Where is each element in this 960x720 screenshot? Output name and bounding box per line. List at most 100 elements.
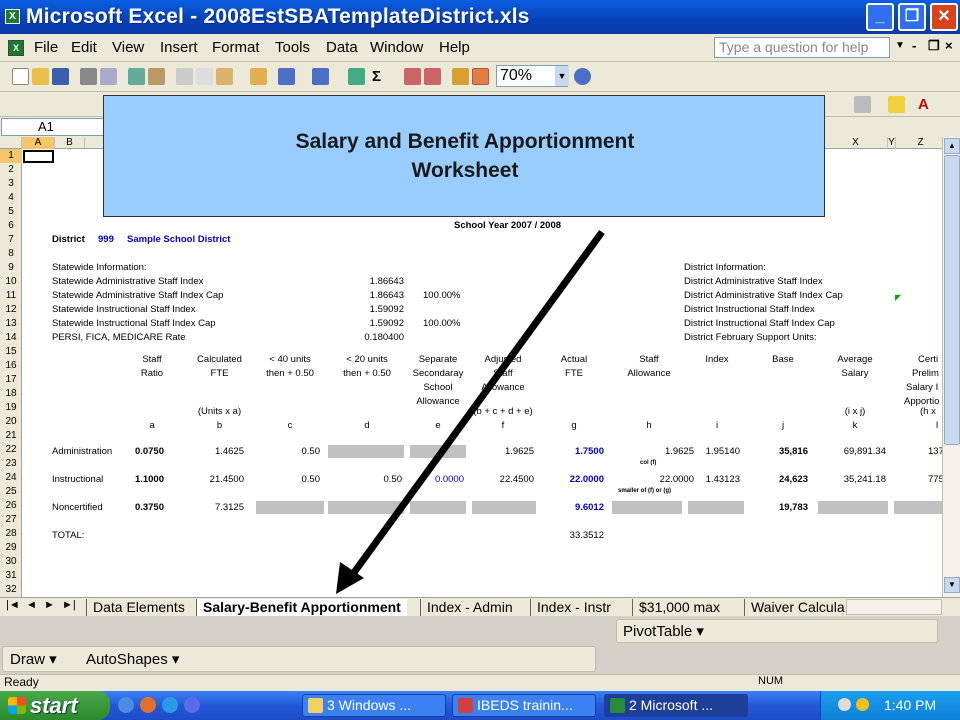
- sort-descending-icon[interactable]: [424, 68, 441, 85]
- row-header-24[interactable]: 24: [0, 471, 22, 485]
- column-header-z[interactable]: Z: [896, 137, 946, 149]
- new-icon[interactable]: [12, 68, 29, 85]
- tab-data-elements[interactable]: Data Elements: [86, 599, 191, 616]
- borders-icon[interactable]: [854, 96, 871, 113]
- row-header-31[interactable]: 31: [0, 569, 22, 583]
- row-header-13[interactable]: 13: [0, 317, 22, 331]
- scroll-thumb[interactable]: [944, 155, 960, 445]
- row-header-21[interactable]: 21: [0, 429, 22, 443]
- first-sheet-icon[interactable]: |◄: [6, 599, 20, 611]
- autosum-icon[interactable]: Σ: [372, 68, 389, 85]
- row-header-8[interactable]: 8: [0, 247, 22, 261]
- row-header-29[interactable]: 29: [0, 541, 22, 555]
- undo-icon[interactable]: [278, 68, 295, 85]
- open-icon[interactable]: [32, 68, 49, 85]
- menu-window[interactable]: Window: [370, 39, 423, 56]
- row-header-23[interactable]: 23: [0, 457, 22, 471]
- row-header-3[interactable]: 3: [0, 177, 22, 191]
- fill-color-icon[interactable]: [888, 96, 905, 113]
- menu-view[interactable]: View: [112, 39, 144, 56]
- row-header-5[interactable]: 5: [0, 205, 22, 219]
- menu-data[interactable]: Data: [326, 39, 358, 56]
- column-header-b[interactable]: B: [55, 137, 85, 149]
- last-sheet-icon[interactable]: ►|: [62, 599, 76, 611]
- row-header-11[interactable]: 11: [0, 289, 22, 303]
- row-header-27[interactable]: 27: [0, 513, 22, 527]
- document-icon[interactable]: X: [8, 40, 24, 56]
- row-header-16[interactable]: 16: [0, 359, 22, 373]
- menu-tools[interactable]: Tools: [275, 39, 310, 56]
- help-question-input[interactable]: Type a question for help: [714, 37, 890, 58]
- format-painter-icon[interactable]: [250, 68, 267, 85]
- taskbar-excel-group[interactable]: 2 Microsoft ...: [604, 694, 748, 717]
- row-header-12[interactable]: 12: [0, 303, 22, 317]
- paste-icon[interactable]: [216, 68, 233, 85]
- name-box[interactable]: A1: [1, 118, 105, 136]
- doc-restore-button[interactable]: ❐: [928, 38, 940, 54]
- sort-ascending-icon[interactable]: [404, 68, 421, 85]
- row-header-4[interactable]: 4: [0, 191, 22, 205]
- row-header-2[interactable]: 2: [0, 163, 22, 177]
- row-header-22[interactable]: 22: [0, 443, 22, 457]
- draw-menu[interactable]: Draw ▾: [10, 650, 57, 668]
- horizontal-scrollbar[interactable]: [846, 599, 942, 615]
- research-icon[interactable]: [148, 68, 165, 85]
- row-header-15[interactable]: 15: [0, 345, 22, 359]
- print-icon[interactable]: [80, 68, 97, 85]
- row-header-6[interactable]: 6: [0, 219, 22, 233]
- chart-wizard-icon[interactable]: [452, 68, 469, 85]
- menu-insert[interactable]: Insert: [160, 39, 198, 56]
- row-header-18[interactable]: 18: [0, 387, 22, 401]
- font-color-icon[interactable]: A: [918, 96, 935, 113]
- vertical-scrollbar[interactable]: ▲ ▼: [942, 137, 960, 597]
- column-header-a[interactable]: A: [22, 137, 55, 149]
- row-header-30[interactable]: 30: [0, 555, 22, 569]
- print-preview-icon[interactable]: [100, 68, 117, 85]
- tray-icon[interactable]: [856, 698, 869, 711]
- menu-format[interactable]: Format: [212, 39, 260, 56]
- hyperlink-icon[interactable]: [348, 68, 365, 85]
- doc-minimize-button[interactable]: -: [912, 38, 916, 53]
- redo-icon[interactable]: [312, 68, 329, 85]
- copy-icon[interactable]: [196, 68, 213, 85]
- row-header-19[interactable]: 19: [0, 401, 22, 415]
- tab-index-instr[interactable]: Index - Instr: [530, 599, 617, 616]
- tab-salary-benefit-apportionment[interactable]: Salary-Benefit Apportionment: [196, 599, 407, 616]
- quicklaunch-icon[interactable]: [118, 697, 134, 713]
- ie-icon[interactable]: [162, 697, 178, 713]
- row-header-20[interactable]: 20: [0, 415, 22, 429]
- taskbar-ibeds[interactable]: IBEDS trainin...: [452, 694, 596, 717]
- next-sheet-icon[interactable]: ►: [44, 599, 55, 611]
- quicklaunch-icon[interactable]: [140, 697, 156, 713]
- autoshapes-menu[interactable]: AutoShapes ▾: [86, 650, 179, 668]
- tab-waiver-calcula[interactable]: Waiver Calcula: [744, 599, 846, 616]
- quicklaunch-icon[interactable]: [184, 697, 200, 713]
- tray-icon[interactable]: [838, 698, 851, 711]
- restore-button[interactable]: ❐: [898, 3, 926, 31]
- prev-sheet-icon[interactable]: ◄: [26, 599, 37, 611]
- doc-close-button[interactable]: ×: [945, 38, 953, 53]
- tab-31000-max[interactable]: $31,000 max: [632, 599, 726, 616]
- select-all-corner[interactable]: [0, 137, 22, 149]
- row-header-17[interactable]: 17: [0, 373, 22, 387]
- row-header-14[interactable]: 14: [0, 331, 22, 345]
- tab-index-admin[interactable]: Index - Admin: [420, 599, 519, 616]
- row-header-10[interactable]: 10: [0, 275, 22, 289]
- row-header-26[interactable]: 26: [0, 499, 22, 513]
- menu-help[interactable]: Help: [439, 39, 470, 56]
- help-dropdown-arrow-icon[interactable]: ▼: [895, 40, 905, 51]
- cut-icon[interactable]: [176, 68, 193, 85]
- help-icon[interactable]: [574, 68, 591, 85]
- taskbar-windows-group[interactable]: 3 Windows ...: [302, 694, 446, 717]
- row-header-9[interactable]: 9: [0, 261, 22, 275]
- row-header-1[interactable]: 1: [0, 149, 22, 163]
- save-icon[interactable]: [52, 68, 69, 85]
- excel-app-icon[interactable]: X: [5, 9, 20, 24]
- drawing-toggle-icon[interactable]: [472, 68, 489, 85]
- row-header-7[interactable]: 7: [0, 233, 22, 247]
- menu-edit[interactable]: Edit: [71, 39, 97, 56]
- row-header-25[interactable]: 25: [0, 485, 22, 499]
- pivottable-menu[interactable]: PivotTable ▾: [623, 622, 704, 640]
- column-header-y[interactable]: Y: [888, 137, 896, 149]
- active-cell-a1[interactable]: [23, 150, 54, 163]
